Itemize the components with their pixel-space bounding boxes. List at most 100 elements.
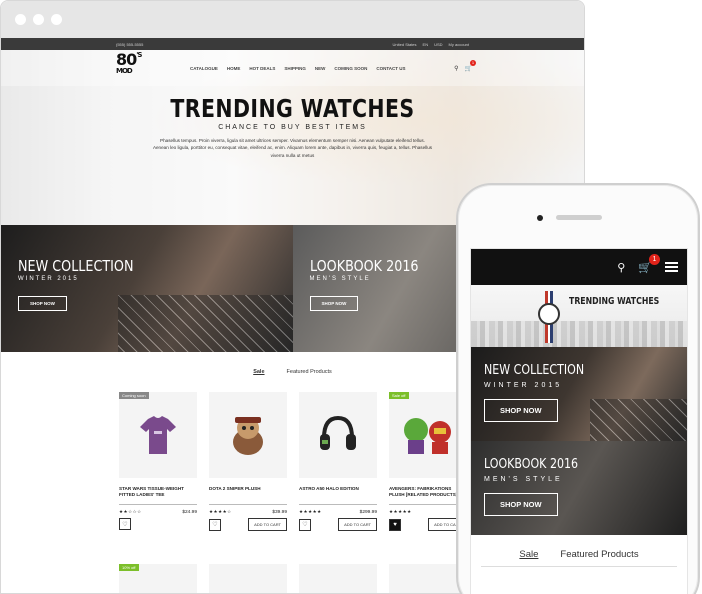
mobile-banner-new-collection[interactable]: NEW COLLECTION WINTER 2015 SHOP NOW — [471, 347, 687, 441]
banner-subtitle: MEN'S STYLE — [484, 476, 563, 483]
add-to-cart-button[interactable]: ADD TO CART — [338, 518, 377, 531]
product-card[interactable]: Coming soon STAR WARS TISSUE-WEIGHT FITT… — [119, 392, 197, 531]
product-image[interactable] — [209, 392, 287, 478]
hero-subtitle: CHANCE TO BUY BEST ITEMS — [218, 124, 367, 131]
heart-icon[interactable]: ♡ — [299, 518, 311, 531]
search-icon[interactable]: ⚲ — [454, 65, 458, 72]
mobile-hero: TRENDING WATCHES — [471, 285, 687, 347]
heart-icon[interactable]: ♡ — [209, 518, 221, 531]
window-dot-maximize[interactable] — [51, 14, 62, 25]
banner-subtitle: WINTER 2015 — [18, 276, 79, 282]
menu-icon[interactable] — [665, 262, 678, 272]
plush-image — [233, 417, 263, 455]
nav-item-home[interactable]: HOME — [227, 66, 241, 71]
product-image[interactable] — [299, 564, 377, 593]
topbar-currency[interactable]: USD — [434, 42, 442, 47]
banner-title: LOOKBOOK 2016 — [309, 257, 419, 275]
cart-icon[interactable]: 🛒 1 — [638, 253, 660, 274]
divider — [119, 504, 197, 505]
product-name[interactable]: ASTRO A50 HALO EDITION — [299, 486, 377, 500]
main-nav: 80'S MOD CATALOGUE HOME HOT DEALS SHIPPI… — [1, 50, 584, 86]
product-card[interactable]: DOTA 2 SNIPER PLUSH ★★★★☆ $39.99 ♡ ADD T… — [209, 392, 287, 531]
watch-image — [537, 291, 561, 343]
rating-stars: ★★★★★ — [389, 509, 412, 514]
product-meta: ★★★★☆ $39.99 — [209, 509, 287, 515]
product-image[interactable] — [209, 564, 287, 593]
product-tag: Sale off — [389, 392, 409, 399]
product-name[interactable]: DOTA 2 SNIPER PLUSH — [209, 486, 287, 500]
nav-item-shipping[interactable]: SHIPPING — [284, 66, 306, 71]
product-meta: ★★★★★ $299.99 — [299, 509, 377, 515]
rating-stars: ★★★★★ — [299, 509, 322, 514]
phone-speaker — [556, 215, 602, 220]
product-image[interactable] — [299, 392, 377, 478]
topbar-region[interactable]: United States — [393, 42, 417, 47]
banner-subtitle: MEN'S STYLE — [309, 276, 371, 282]
product-meta: ★★☆☆☆ $24.99 — [119, 509, 197, 515]
banner-caption: LOOKBOOK 2016 MEN'S STYLE SHOP NOW — [309, 257, 438, 311]
tab-featured-products[interactable]: Featured Products — [287, 369, 332, 375]
tab-sale[interactable]: Sale — [519, 549, 538, 560]
cart-count-badge: 1 — [470, 59, 476, 66]
mobile-banner-lookbook[interactable]: LOOKBOOK 2016 MEN'S STYLE SHOP NOW — [471, 441, 687, 535]
product-price: $299.99 — [359, 509, 377, 515]
heart-icon[interactable]: ♡ — [119, 518, 131, 530]
window-dot-close[interactable] — [15, 14, 26, 25]
mobile-phone-frame: ⚲ 🛒 1 TRENDING WATCHES NEW COLLECTION WIN… — [456, 183, 700, 594]
topbar-language[interactable]: EN — [423, 42, 429, 47]
tab-featured-products[interactable]: Featured Products — [560, 549, 638, 560]
product-image[interactable]: 10% off — [119, 564, 197, 593]
headset-image — [320, 415, 356, 450]
banner-new-collection[interactable]: NEW COLLECTION WINTER 2015 SHOP NOW — [1, 225, 293, 352]
product-actions: ♡ ADD TO CART — [209, 518, 287, 531]
nav-icons: ⚲ 🛒 1 — [454, 59, 476, 72]
topbar-phone: (555) 555-5555 — [116, 41, 144, 47]
cart-icon[interactable]: 🛒 — [465, 65, 472, 72]
divider — [209, 504, 287, 505]
nav-item-catalogue[interactable]: CATALOGUE — [190, 66, 218, 71]
shop-now-button[interactable]: SHOP NOW — [309, 296, 359, 311]
window-dot-minimize[interactable] — [33, 14, 44, 25]
banner-caption: NEW COLLECTION WINTER 2015 SHOP NOW — [484, 363, 602, 422]
nav-item-hot-deals[interactable]: HOT DEALS — [249, 66, 275, 71]
shop-now-button[interactable]: SHOP NOW — [484, 493, 558, 516]
search-icon[interactable]: ⚲ — [617, 261, 625, 274]
hero-body: Phasellus tempus. Proin viverra, ligula … — [152, 138, 433, 158]
product-actions: ♡ — [119, 518, 197, 530]
mockup-stage: (555) 555-5555 United States EN USD My a… — [0, 0, 702, 594]
product-actions: ♡ ADD TO CART — [299, 518, 377, 531]
divider — [299, 504, 377, 505]
product-tag: 10% off — [119, 564, 139, 571]
nav-item-coming-soon[interactable]: COMING SOON — [334, 66, 367, 71]
nav-menu: CATALOGUE HOME HOT DEALS SHIPPING NEW CO… — [190, 66, 406, 71]
banner-subtitle: WINTER 2015 — [484, 382, 563, 389]
topbar-account[interactable]: My account — [449, 42, 469, 47]
product-card[interactable]: ASTRO A50 HALO EDITION ★★★★★ $299.99 ♡ A… — [299, 392, 377, 531]
logo-sub: MOD — [116, 67, 133, 75]
shop-now-button[interactable]: SHOP NOW — [18, 296, 67, 311]
nav-item-new[interactable]: NEW — [315, 66, 326, 71]
banner-caption: LOOKBOOK 2016 MEN'S STYLE SHOP NOW — [484, 457, 595, 516]
product-image[interactable]: Coming soon — [119, 392, 197, 478]
product-name[interactable]: STAR WARS TISSUE-WEIGHT FITTED LADIES' T… — [119, 486, 197, 500]
hero-text: TRENDING WATCHES CHANCE TO BUY BEST ITEM… — [1, 94, 584, 159]
nav-item-contact[interactable]: CONTACT US — [376, 66, 405, 71]
banner-title: LOOKBOOK 2016 — [484, 457, 579, 472]
add-to-cart-button[interactable]: ADD TO CART — [248, 518, 287, 531]
browser-chrome — [1, 1, 584, 38]
product-price: $39.99 — [272, 509, 287, 515]
mobile-product-tabs: Sale Featured Products — [471, 549, 687, 560]
phone-camera — [537, 215, 543, 221]
product-tag: Coming soon — [119, 392, 149, 399]
logo-sup: 'S — [136, 51, 142, 59]
tab-sale[interactable]: Sale — [253, 369, 264, 375]
store-logo[interactable]: 80'S MOD — [116, 51, 142, 84]
shop-now-button[interactable]: SHOP NOW — [484, 399, 558, 422]
hero-title: TRENDING WATCHES — [170, 94, 415, 123]
cart-count-badge: 1 — [649, 253, 660, 265]
store-topbar: (555) 555-5555 United States EN USD My a… — [1, 38, 584, 50]
heart-icon[interactable]: ♥ — [389, 518, 401, 531]
mobile-screen: ⚲ 🛒 1 TRENDING WATCHES NEW COLLECTION WIN… — [470, 248, 688, 594]
divider — [481, 566, 677, 567]
mobile-header: ⚲ 🛒 1 — [471, 249, 687, 285]
